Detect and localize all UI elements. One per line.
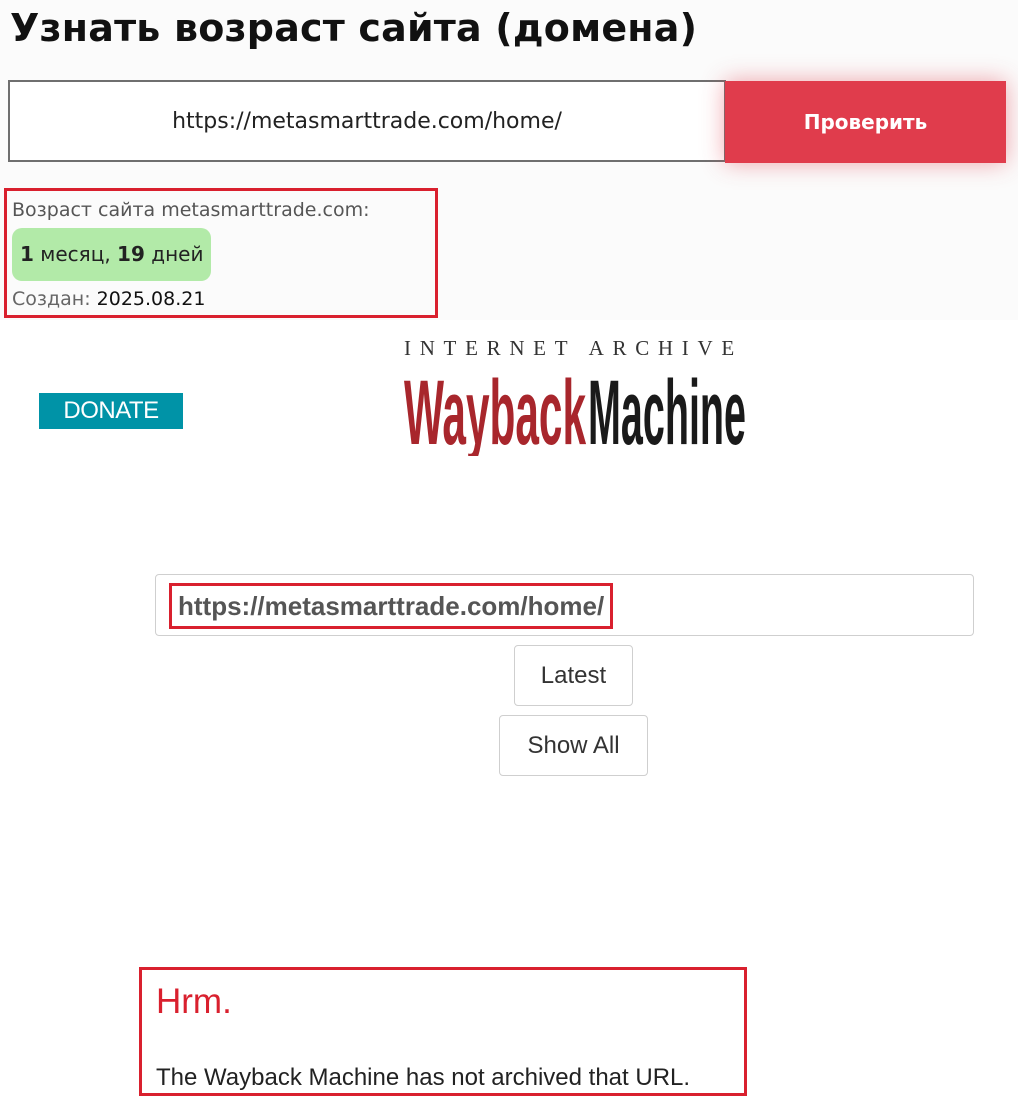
internet-archive-logo-text: INTERNET ARCHIVE [404, 336, 743, 360]
wayback-url-highlight: https://metasmarttrade.com/home/ [169, 583, 614, 629]
logo-word-wayback: Wayback [404, 364, 586, 456]
created-label: Создан: [12, 288, 91, 310]
latest-button[interactable]: Latest [514, 645, 633, 706]
check-button[interactable]: Проверить [725, 81, 1006, 163]
age-days-unit: дней [151, 242, 204, 266]
page-title: Узнать возраст сайта (домена) [10, 6, 698, 50]
donate-button[interactable]: DONATE [39, 393, 183, 429]
age-label: Возраст сайта metasmarttrade.com: [12, 199, 370, 221]
wayback-machine-logo[interactable]: Wayback Machine [404, 364, 746, 456]
wayback-url-search-field[interactable]: https://metasmarttrade.com/home/ [155, 574, 974, 636]
logo-word-machine: Machine [588, 364, 746, 456]
domain-url-input[interactable] [8, 80, 726, 162]
wayback-url-text[interactable]: https://metasmarttrade.com/home/ [178, 591, 604, 622]
age-checker-panel: Узнать возраст сайта (домена) Проверить … [0, 0, 1018, 320]
age-badge: 1 месяц, 19 дней [12, 228, 212, 281]
age-months: 1 [20, 242, 34, 266]
not-archived-message-highlight: Hrm. The Wayback Machine has not archive… [139, 967, 747, 1096]
age-result-highlight: Возраст сайта metasmarttrade.com: 1 меся… [4, 188, 438, 318]
error-message: The Wayback Machine has not archived tha… [156, 1064, 691, 1091]
created-row: Создан: 2025.08.21 [12, 288, 205, 310]
show-all-button[interactable]: Show All [499, 715, 648, 776]
created-date: 2025.08.21 [96, 288, 206, 310]
age-months-unit: месяц, [40, 242, 111, 266]
error-title: Hrm. [156, 982, 232, 1021]
age-days: 19 [117, 242, 145, 266]
